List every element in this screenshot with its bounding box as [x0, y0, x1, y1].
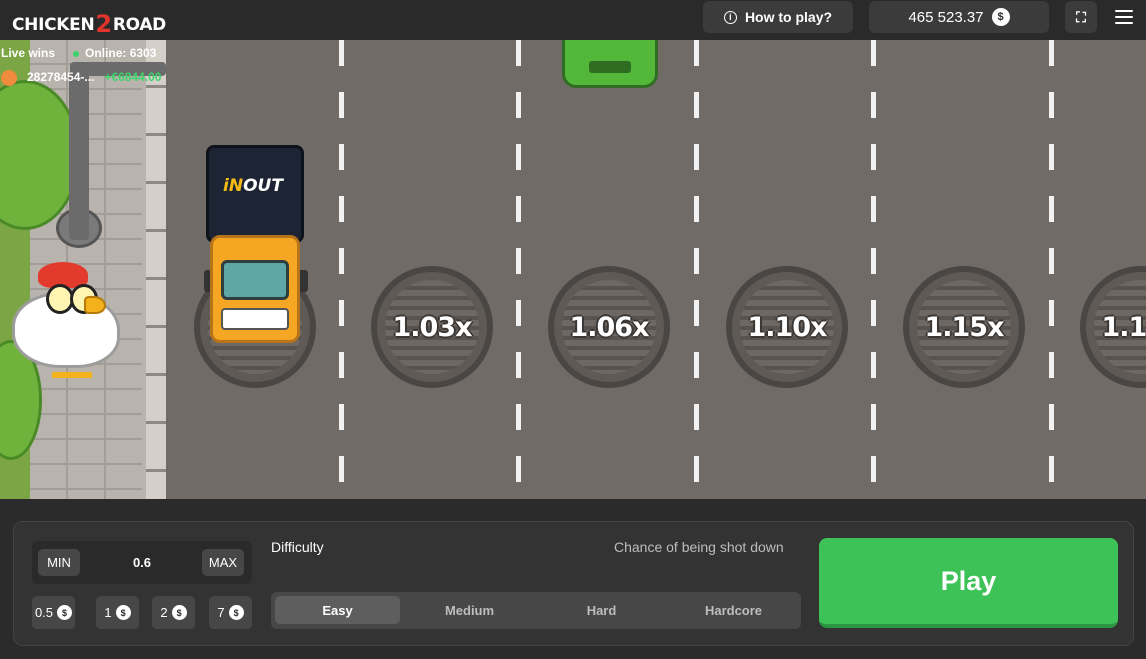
- coin-icon: $: [57, 605, 73, 620]
- balance-value: 465 523.37: [908, 8, 984, 26]
- how-to-play-button[interactable]: i How to play?: [703, 1, 853, 33]
- quick-bet-1[interactable]: 1 $: [96, 596, 139, 629]
- lane-line: [694, 40, 699, 499]
- car: [562, 40, 658, 88]
- min-bet-button[interactable]: MIN: [38, 549, 80, 576]
- online-count: Online: 6303: [73, 46, 156, 60]
- coin-icon: $: [228, 605, 244, 620]
- chance-label: Chance of being shot down: [614, 539, 784, 555]
- max-bet-button[interactable]: MAX: [202, 549, 244, 576]
- coin-icon: $: [991, 8, 1010, 26]
- avatar: [1, 70, 17, 86]
- truck-logo: iNOUT: [223, 176, 283, 196]
- top-bar: CHICKEN2ROAD i How to play? 465 523.37 $…: [0, 0, 1146, 40]
- bet-panel: MIN 0.6 MAX 0.5 $ 1 $ 2 $ 7 $ Difficulty Cha…: [13, 521, 1134, 646]
- balance-display: 465 523.37 $: [869, 1, 1049, 33]
- coin-icon: $: [171, 605, 187, 620]
- fullscreen-button[interactable]: ⛶: [1065, 1, 1097, 33]
- lane-line: [871, 40, 876, 499]
- multiplier-tile-3[interactable]: 1.10x: [726, 266, 848, 388]
- bet-amount-input[interactable]: 0.6: [92, 555, 192, 570]
- lane-line: [339, 40, 344, 499]
- quick-bet-7[interactable]: 7 $: [209, 596, 252, 629]
- game-app: CHICKEN2ROAD i How to play? 465 523.37 $…: [0, 0, 1146, 659]
- difficulty-hard[interactable]: Hard: [539, 596, 664, 624]
- info-icon: i: [723, 10, 737, 24]
- multiplier-tile-2[interactable]: 1.06x: [548, 266, 670, 388]
- bet-amount-control: MIN 0.6 MAX: [32, 541, 252, 584]
- difficulty-selector: Easy Medium Hard Hardcore: [271, 592, 801, 629]
- logo: CHICKEN2ROAD: [12, 10, 166, 38]
- truck-cab: [210, 235, 300, 343]
- win-user: 28278454-...: [27, 70, 95, 84]
- difficulty-label: Difficulty: [271, 539, 324, 555]
- truck: iNOUT: [204, 145, 308, 345]
- coin-icon: $: [115, 605, 131, 620]
- curb: [146, 40, 166, 499]
- chicken-character: [12, 262, 122, 380]
- lamp-post: [69, 70, 89, 240]
- how-to-play-label: How to play?: [744, 9, 833, 25]
- game-field: 1.03x 1.06x 1.10x 1.15x 1.19x iNOUT: [0, 40, 1146, 499]
- lane-line: [516, 40, 521, 499]
- fullscreen-icon: ⛶: [1076, 8, 1086, 25]
- play-button[interactable]: Play: [819, 538, 1118, 628]
- truck-cargo: iNOUT: [206, 145, 304, 243]
- live-wins-label: Live wins: [1, 46, 56, 60]
- multiplier-tile-1[interactable]: 1.03x: [371, 266, 493, 388]
- live-win-entry: 28278454-... +€6844.00: [1, 70, 161, 86]
- quick-bet-2[interactable]: 2 $: [152, 596, 195, 629]
- online-dot-icon: [73, 50, 80, 57]
- multiplier-tile-4[interactable]: 1.15x: [903, 266, 1025, 388]
- difficulty-hardcore[interactable]: Hardcore: [671, 596, 796, 624]
- multiplier-tile-5[interactable]: 1.19x: [1080, 266, 1146, 388]
- difficulty-medium[interactable]: Medium: [407, 596, 532, 624]
- difficulty-easy[interactable]: Easy: [275, 596, 400, 624]
- menu-icon[interactable]: [1115, 10, 1133, 28]
- quick-bet-0-5[interactable]: 0.5 $: [32, 596, 75, 629]
- win-amount: +€6844.00: [104, 70, 162, 84]
- lane-line: [1049, 40, 1054, 499]
